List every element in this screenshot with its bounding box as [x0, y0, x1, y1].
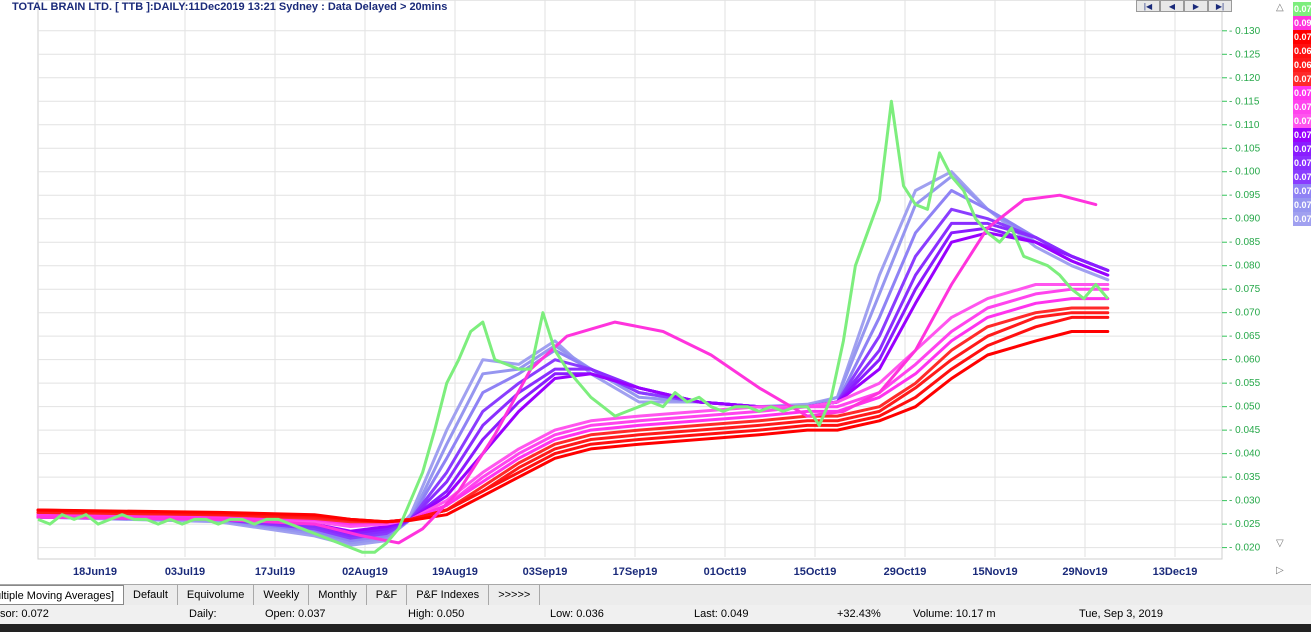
x-tick-label: 01Oct19 [704, 566, 747, 578]
ma-line-13 [36, 315, 1110, 524]
tab-3[interactable]: Weekly [254, 585, 310, 605]
prev-icon[interactable]: ◀ [1160, 0, 1184, 12]
y-tick-label: - 0.120 [1229, 73, 1261, 84]
next-icon[interactable]: ▶ [1184, 0, 1208, 12]
status-open: Open: 0.037 [265, 608, 326, 620]
y-tick-label: - 0.030 [1229, 496, 1261, 507]
tab-bar: ultiple Moving Averages] Default Equivolum… [0, 584, 1311, 606]
y-tick-label: - 0.040 [1229, 449, 1261, 460]
y-tick-label: - 0.070 [1229, 308, 1261, 319]
x-tick-label: 02Aug19 [342, 566, 388, 578]
y-tick-label: - 0.125 [1229, 49, 1261, 60]
legend-swatch: 0.06 [1293, 44, 1311, 58]
legend-swatch: 0.07 [1293, 142, 1311, 156]
y-tick-label: - 0.055 [1229, 378, 1261, 389]
y-tick-label: - 0.105 [1229, 143, 1261, 154]
x-tick-label: 17Jul19 [255, 566, 295, 578]
legend-swatch: 0.09 [1293, 16, 1311, 30]
x-tick-label: 19Aug19 [432, 566, 478, 578]
y-tick-label: - 0.075 [1229, 284, 1261, 295]
first-icon[interactable]: |◀ [1136, 0, 1160, 12]
legend-swatch: 0.07 [1293, 100, 1311, 114]
bottom-strip [0, 624, 1311, 632]
price-chart: - 0.020 - 0.025 - 0.030 - 0.035 - 0.040 - 0.0… [36, 0, 1261, 578]
y-tick-label: - 0.020 [1229, 543, 1261, 554]
legend-swatch: 0.06 [1293, 58, 1311, 72]
legend: 0.07 0.09 0.07 0.06 0.06 0.07 0.07 0.07 0.07 0.07… [1293, 2, 1311, 226]
scroll-down-icon[interactable]: ▽ [1276, 538, 1284, 549]
status-volume: Volume: 10.17 m [913, 608, 996, 620]
legend-swatch: 0.07 [1293, 128, 1311, 142]
tab-0[interactable]: ultiple Moving Averages] [0, 585, 125, 605]
y-tick-label: - 0.115 [1229, 96, 1260, 107]
tab-5[interactable]: P&F [367, 585, 408, 605]
legend-swatch: 0.07 [1293, 30, 1311, 44]
x-tick-label: 13Dec19 [1153, 566, 1198, 578]
tab-6[interactable]: P&F Indexes [407, 585, 490, 605]
x-tick-label: 29Nov19 [1062, 566, 1107, 578]
legend-swatch: 0.07 [1293, 212, 1311, 226]
plot-frame [37, 0, 1223, 560]
legend-swatch: 0.07 [1293, 114, 1311, 128]
chart-nav: |◀ ◀ ▶ ▶| [1136, 0, 1232, 13]
legend-swatch: 0.07 [1293, 72, 1311, 86]
status-period: Daily: [189, 608, 217, 620]
y-tick-label: - 0.035 [1229, 472, 1261, 483]
legend-swatch: 0.07 [1293, 156, 1311, 170]
scroll-up-icon[interactable]: △ [1276, 2, 1284, 13]
status-cursor: sor: 0.072 [0, 608, 49, 620]
x-axis: 18Jun19 03Jul19 17Jul19 02Aug19 19Aug19 03Sep… [73, 566, 1197, 578]
y-tick-label: - 0.130 [1229, 26, 1261, 37]
x-tick-label: 18Jun19 [73, 566, 117, 578]
status-date: Tue, Sep 3, 2019 [1079, 608, 1163, 620]
y-axis: - 0.020 - 0.025 - 0.030 - 0.035 - 0.040 - 0.0… [1222, 26, 1261, 554]
status-high: High: 0.050 [408, 608, 465, 620]
status-bar: sor: 0.072 Daily: Open: 0.037 High: 0.05… [0, 605, 1311, 624]
ma-line-10 [36, 297, 1110, 525]
ma-line-5 [36, 221, 1110, 538]
last-icon[interactable]: ▶| [1208, 0, 1232, 12]
tab-1[interactable]: Default [124, 585, 178, 605]
y-tick-label: - 0.060 [1229, 355, 1261, 366]
legend-swatch: 0.07 [1293, 184, 1311, 198]
scroll-right-icon[interactable]: ▷ [1276, 565, 1284, 576]
x-tick-label: 03Jul19 [165, 566, 205, 578]
y-tick-label: - 0.100 [1229, 167, 1261, 178]
legend-swatch: 0.07 [1293, 170, 1311, 184]
x-tick-label: 15Oct19 [794, 566, 837, 578]
status-change: +32.43% [837, 608, 881, 620]
legend-swatch: 0.07 [1293, 86, 1311, 100]
price-line [37, 99, 1109, 554]
x-tick-label: 15Nov19 [972, 566, 1017, 578]
y-tick-label: - 0.080 [1229, 261, 1261, 272]
chart-series [36, 99, 1110, 554]
status-last: Last: 0.049 [694, 608, 749, 620]
tab-4[interactable]: Monthly [309, 585, 367, 605]
ma-line-11 [36, 306, 1110, 524]
x-tick-label: 29Oct19 [884, 566, 927, 578]
x-tick-label: 17Sep19 [613, 566, 658, 578]
x-tick-label: 03Sep19 [523, 566, 568, 578]
y-tick-label: - 0.065 [1229, 331, 1261, 342]
y-tick-label: - 0.025 [1229, 519, 1261, 530]
chart-title: TOTAL BRAIN LTD. [ TTB ]:DAILY:11Dec2019… [12, 1, 448, 13]
tab-2[interactable]: Equivolume [178, 585, 255, 605]
y-tick-label: - 0.085 [1229, 237, 1261, 248]
legend-swatch: 0.07 [1293, 2, 1311, 16]
chart-grid [37, 0, 1223, 560]
y-tick-label: - 0.090 [1229, 214, 1261, 225]
status-low: Low: 0.036 [550, 608, 604, 620]
ma-line-8 [36, 283, 1110, 528]
tab-7[interactable]: >>>>> [489, 585, 541, 605]
y-tick-label: - 0.045 [1229, 425, 1261, 436]
y-tick-label: - 0.110 [1229, 120, 1260, 131]
y-tick-label: - 0.050 [1229, 402, 1261, 413]
legend-swatch: 0.07 [1293, 198, 1311, 212]
y-tick-label: - 0.095 [1229, 190, 1261, 201]
